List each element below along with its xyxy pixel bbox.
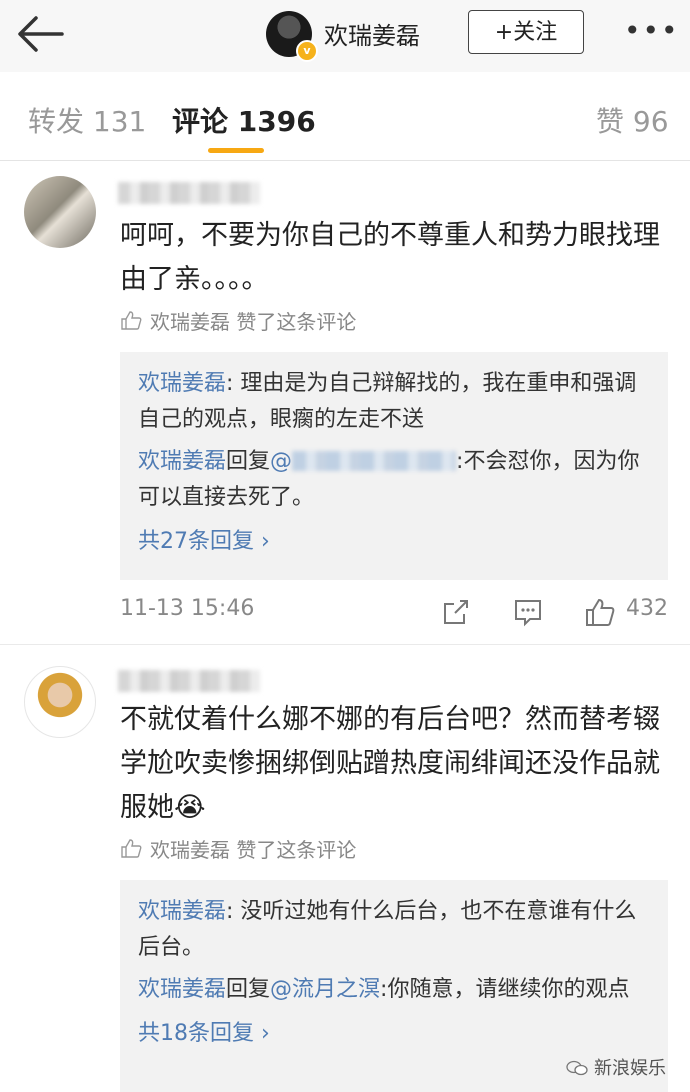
more-replies-link[interactable]: 共27条回复 ›: [138, 522, 650, 562]
tab-comment[interactable]: 评论 1396: [172, 100, 316, 140]
more-options-icon[interactable]: •••: [624, 14, 680, 47]
liked-by-text: 欢瑞姜磊 赞了这条评论: [150, 310, 357, 334]
tab-repost[interactable]: 转发 131: [28, 100, 146, 140]
wechat-icon: [566, 1060, 588, 1076]
divider: [0, 644, 690, 645]
tab-like[interactable]: 赞 96: [596, 100, 669, 140]
reply-item: 欢瑞姜磊回复@:不会怼你，因为你可以直接去死了。: [138, 444, 650, 516]
reply-author[interactable]: 欢瑞姜磊: [138, 371, 226, 396]
avatar[interactable]: [24, 666, 96, 738]
follow-button[interactable]: +关注: [468, 10, 584, 54]
reply-author[interactable]: 欢瑞姜磊: [138, 449, 226, 474]
comment-text: 呵呵，不要为你自己的不尊重人和势力眼找理由了亲。。。。: [120, 220, 660, 295]
like-count: 432: [626, 596, 668, 621]
comment-time: 11-13 15:46: [120, 596, 255, 621]
reply-author[interactable]: 欢瑞姜磊: [138, 899, 226, 924]
thumb-up-icon: [121, 311, 142, 330]
top-bar: v 欢瑞姜磊 +关注 •••: [0, 0, 690, 72]
watermark: 新浪娱乐: [566, 1054, 666, 1080]
back-arrow-icon[interactable]: [14, 12, 70, 56]
reply-item: 欢瑞姜磊回复@流月之溟:你随意，请继续你的观点: [138, 972, 650, 1008]
tab-bar: 转发 131 评论 1396 赞 96: [0, 72, 690, 161]
reply-item: 欢瑞姜磊: 理由是为自己辩解找的，我在重申和强调自己的观点，眼瘸的左走不送: [138, 366, 650, 438]
reply-word: 回复: [226, 449, 271, 474]
reply-item: 欢瑞姜磊: 没听过她有什么后台，也不在意谁有什么后台。: [138, 894, 650, 966]
comment-meta: 11-13 15:46 432: [120, 596, 668, 632]
blurred-mention: [292, 451, 457, 471]
share-icon[interactable]: [440, 596, 472, 628]
mention-link[interactable]: @流月之溟: [270, 977, 380, 1002]
liked-by-author: 欢瑞姜磊 赞了这条评论: [120, 306, 356, 335]
header-user-name[interactable]: 欢瑞姜磊: [324, 16, 420, 51]
reply-author[interactable]: 欢瑞姜磊: [138, 977, 226, 1002]
blurred-user-name: [118, 182, 260, 204]
reply-separator: :: [226, 899, 241, 924]
active-tab-indicator: [208, 148, 264, 153]
mention-link[interactable]: @: [270, 449, 292, 474]
like-icon[interactable]: [584, 596, 616, 628]
thumb-up-icon: [121, 839, 142, 858]
reply-box[interactable]: 欢瑞姜磊: 理由是为自己辩解找的，我在重申和强调自己的观点，眼瘸的左走不送 欢瑞…: [120, 352, 668, 580]
more-replies-link[interactable]: 共18条回复 ›: [138, 1014, 650, 1054]
comment-icon[interactable]: [512, 596, 544, 628]
avatar[interactable]: [24, 176, 96, 248]
blurred-user-name: [118, 670, 260, 692]
verified-badge-icon: v: [296, 40, 318, 62]
liked-by-text: 欢瑞姜磊 赞了这条评论: [150, 838, 357, 862]
reply-word: 回复: [226, 977, 271, 1002]
reply-text: 你随意，请继续你的观点: [387, 977, 630, 1002]
reply-separator: :: [226, 371, 241, 396]
comment-text: 不就仗着什么娜不娜的有后台吧？然而替考辍学尬吹卖惨捆绑倒贴蹭热度闹绯闻还没作品就…: [120, 704, 660, 823]
watermark-text: 新浪娱乐: [594, 1058, 666, 1079]
liked-by-author: 欢瑞姜磊 赞了这条评论: [120, 834, 356, 863]
